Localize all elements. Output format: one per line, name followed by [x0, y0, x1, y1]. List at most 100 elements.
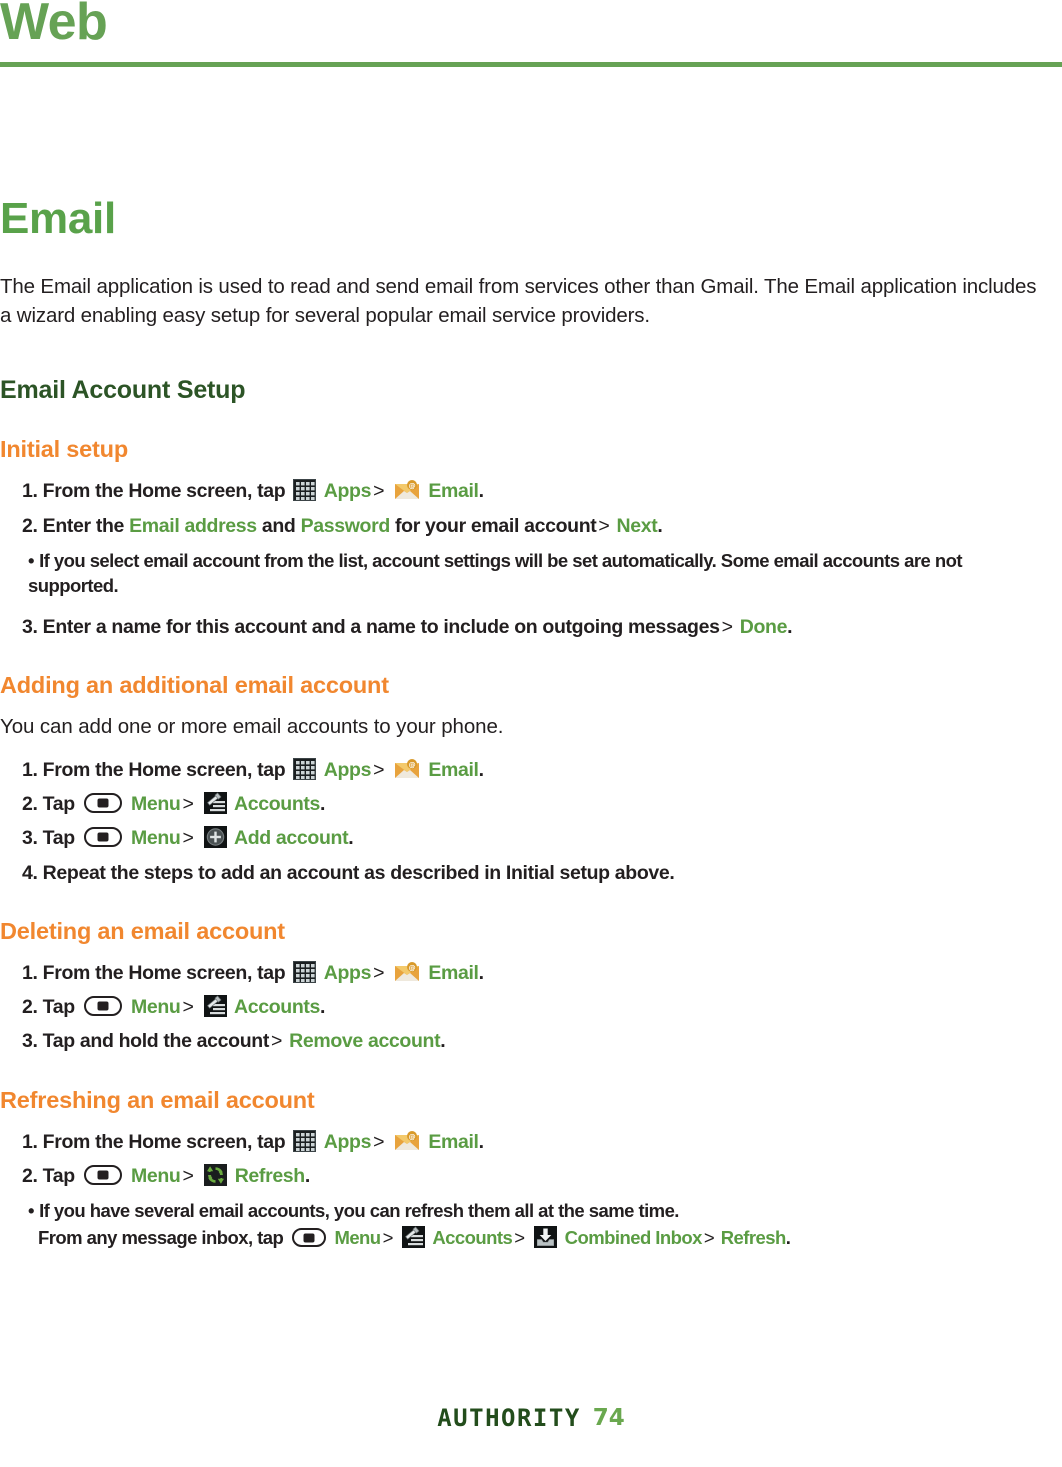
step-item: 4. Repeat the steps to add an account as…: [0, 853, 1050, 887]
separator: >: [721, 615, 733, 638]
email-envelope-icon: @: [394, 1130, 420, 1151]
refresh-label: Refresh: [234, 1164, 306, 1187]
step-text-mid: for your email account: [394, 514, 597, 537]
notes-refreshing-account: • If you have several email accounts, yo…: [0, 1190, 1050, 1251]
separator: >: [182, 827, 194, 850]
add-account-label: Add account: [233, 827, 349, 850]
add-account-plus-icon: [203, 826, 227, 849]
svg-text:@: @: [409, 1133, 416, 1141]
separator: >: [182, 996, 194, 1019]
period: .: [320, 793, 326, 816]
footer-inner: AUTHORITY 74: [437, 1404, 625, 1432]
adding-account-lead: You can add one or more email accounts t…: [0, 715, 504, 739]
svg-text:@: @: [409, 482, 416, 490]
steps-refreshing-account: 1. From the Home screen, tap Apps > @ Em…: [0, 1122, 1050, 1191]
note-text-line1: If you have several email accounts, you …: [39, 1200, 679, 1222]
subsection-deleting-account: Deleting an email account: [0, 917, 285, 944]
step-item: 3. Enter a name for this account and a n…: [0, 607, 1050, 641]
step-number: 3.: [22, 615, 38, 638]
bullet-icon: •: [28, 1200, 35, 1222]
email-label: Email: [428, 480, 479, 503]
note-text-line2: From any message inbox, tap Menu > Accou…: [28, 1224, 1050, 1251]
step-item: 1. From the Home screen, tap Apps > @ Em…: [0, 953, 1050, 987]
step-number: 3.: [22, 1030, 38, 1053]
bullet-icon: •: [28, 549, 35, 571]
note-item: • If you select email account from the l…: [0, 540, 1050, 599]
period: .: [440, 1030, 446, 1053]
period: .: [320, 996, 326, 1019]
step-text: From the Home screen, tap: [42, 758, 286, 781]
separator: >: [270, 1030, 283, 1053]
step-text: Repeat the steps to add an account as de…: [42, 861, 675, 884]
period: .: [304, 1164, 310, 1187]
subsection-refreshing-account: Refreshing an email account: [0, 1086, 315, 1113]
conjunction: and: [261, 514, 296, 537]
apps-label: Apps: [323, 480, 372, 503]
step-number: 3.: [22, 827, 38, 850]
menu-label: Menu: [130, 996, 181, 1019]
remove-account-label: Remove account: [289, 1030, 441, 1053]
separator: >: [382, 1227, 394, 1249]
apps-label: Apps: [323, 961, 372, 984]
svg-text:@: @: [409, 761, 416, 769]
menu-hardkey-icon: [83, 996, 122, 1017]
period: .: [657, 514, 663, 537]
combined-inbox-label: Combined Inbox: [564, 1227, 703, 1249]
step-number: 2.: [22, 793, 38, 816]
password-label: Password: [300, 514, 391, 537]
steps-initial-setup: 1. From the Home screen, tap Apps > @ Em…: [0, 471, 1050, 540]
menu-hardkey-icon: [83, 827, 122, 848]
period: .: [785, 1227, 791, 1249]
menu-hardkey-icon: [291, 1228, 326, 1248]
email-label: Email: [428, 961, 479, 984]
apps-grid-icon: [293, 960, 317, 983]
menu-hardkey-icon: [83, 1164, 122, 1185]
menu-label: Menu: [130, 1164, 181, 1187]
document-page: Web Email The Email application is used …: [0, 0, 1062, 1467]
step-number: 2.: [22, 514, 38, 537]
accounts-icon: [402, 1226, 426, 1249]
refresh-label: Refresh: [720, 1227, 787, 1249]
email-envelope-icon: @: [394, 961, 420, 982]
accounts-label: Accounts: [233, 793, 321, 816]
running-head-title: Web: [0, 0, 108, 51]
step-text: Enter a name for this account and a name…: [42, 615, 720, 638]
steps-deleting-account: 1. From the Home screen, tap Apps > @ Em…: [0, 953, 1050, 1056]
step-text: Enter the: [42, 514, 125, 537]
step-item: 1. From the Home screen, tap Apps > @ Em…: [0, 471, 1050, 505]
separator: >: [373, 1130, 385, 1153]
separator: >: [182, 793, 194, 816]
step-item: 2. Tap Menu >: [0, 784, 1050, 818]
step-text: Tap: [42, 996, 76, 1019]
notes-initial-setup: • If you select email account from the l…: [0, 540, 1050, 599]
step-number: 1.: [22, 961, 38, 984]
running-head-rule: [0, 62, 1062, 67]
step-number: 1.: [22, 1130, 38, 1153]
step-item: 2. Tap Menu >: [0, 1156, 1050, 1190]
separator: >: [373, 480, 385, 503]
period: .: [348, 827, 354, 850]
step-number: 2.: [22, 1164, 38, 1187]
done-label: Done: [739, 615, 788, 638]
subsection-adding-account: Adding an additional email account: [0, 672, 389, 699]
combined-inbox-icon: [534, 1226, 558, 1249]
accounts-label: Accounts: [432, 1227, 513, 1249]
note-item: • If you have several email accounts, yo…: [0, 1190, 1050, 1251]
apps-grid-icon: [293, 1129, 317, 1152]
separator: >: [598, 514, 610, 537]
step-number: 2.: [22, 996, 38, 1019]
section-title-email-account-setup: Email Account Setup: [0, 376, 246, 405]
separator: >: [182, 1164, 194, 1187]
step-text: Tap: [42, 827, 76, 850]
step-item: 1. From the Home screen, tap Apps > @ Em…: [0, 1122, 1050, 1156]
apps-label: Apps: [323, 758, 372, 781]
accounts-icon: [203, 792, 227, 815]
step-number: 1.: [22, 758, 38, 781]
intro-paragraph: The Email application is used to read an…: [0, 275, 1037, 328]
steps-initial-setup-cont: 3. Enter a name for this account and a n…: [0, 607, 1050, 641]
step-text: From the Home screen, tap: [42, 961, 286, 984]
step-item: 1. From the Home screen, tap Apps > @ Em…: [0, 750, 1050, 784]
brand-wordmark: AUTHORITY: [437, 1404, 581, 1432]
separator: >: [514, 1227, 525, 1249]
step-text: Tap: [42, 793, 76, 816]
